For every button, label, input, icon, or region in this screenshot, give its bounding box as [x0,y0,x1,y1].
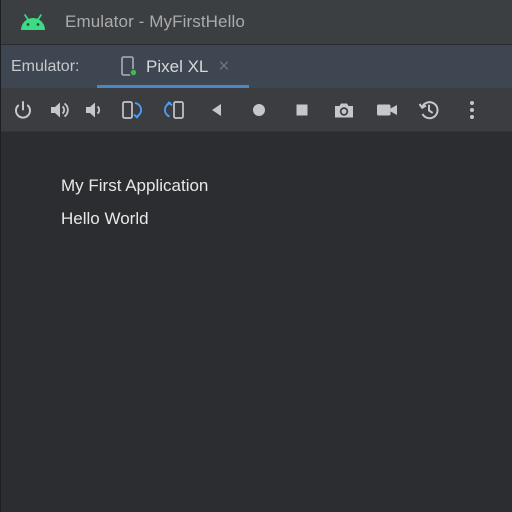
rotate-right-button[interactable] [163,99,185,121]
device-screen[interactable]: My First Application Hello World [1,132,512,512]
screen-record-icon [377,104,397,116]
close-icon[interactable]: × [218,57,229,76]
screenshot-button[interactable] [333,99,355,121]
snapshot-button[interactable] [418,99,440,121]
more-icon [470,101,474,119]
device-tab-bar: Emulator: Pixel XL × [1,45,512,88]
tab-pixel-xl[interactable]: Pixel XL × [97,45,249,88]
rotate-left-icon [122,101,142,119]
tab-label: Pixel XL [146,56,209,76]
title-bar[interactable]: Emulator - MyFirstHello [1,0,512,45]
android-icon [21,14,45,30]
device-icon [121,55,137,76]
volume-down-icon [86,102,101,118]
screen-record-button[interactable] [376,99,398,121]
home-button[interactable] [248,99,270,121]
emulator-window: Emulator - MyFirstHello Emulator: Pixel … [0,0,512,512]
volume-up-button[interactable] [48,99,70,121]
volume-up-icon [51,102,69,118]
overview-button[interactable] [291,99,313,121]
overview-icon [296,104,308,116]
window-title: Emulator - MyFirstHello [65,12,245,31]
back-button[interactable] [206,99,228,121]
rotate-right-icon [164,101,184,119]
more-button[interactable] [461,99,483,121]
power-icon [15,101,31,119]
rotate-left-button[interactable] [121,99,143,121]
emulator-toolbar [1,88,512,132]
home-icon [253,104,265,116]
power-button[interactable] [12,99,34,121]
back-icon [212,104,221,116]
camera-icon [335,103,353,118]
app-title: My First Application [61,176,209,195]
snapshot-icon [418,101,439,120]
tabbar-label: Emulator: [11,57,80,75]
volume-down-button[interactable] [83,99,105,121]
hello-text: Hello World [61,209,149,228]
